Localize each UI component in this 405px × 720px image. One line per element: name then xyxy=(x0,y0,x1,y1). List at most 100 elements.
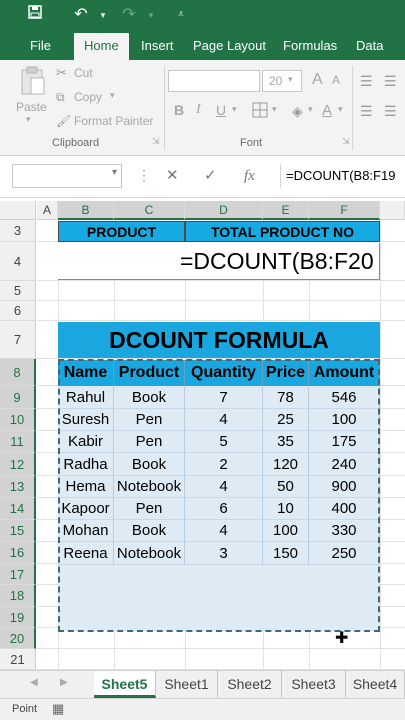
name-box-dropdown-icon[interactable]: ▾ xyxy=(112,167,117,178)
column-header-e[interactable]: E xyxy=(263,201,309,220)
table-cell-name[interactable]: Kabir xyxy=(58,431,114,453)
sheet-tab-sheet5[interactable]: Sheet5 xyxy=(94,671,156,698)
table-cell-price[interactable]: 78 xyxy=(263,386,309,409)
table-cell-product[interactable]: Notebook xyxy=(114,476,185,498)
total-product-header-cell[interactable]: TOTAL PRODUCT NO xyxy=(185,221,380,242)
table-cell-amount[interactable]: 330 xyxy=(309,520,380,542)
row-header-16[interactable]: 16 xyxy=(0,542,36,564)
font-size-input[interactable]: 20 xyxy=(262,70,302,92)
row-header-6[interactable]: 6 xyxy=(0,301,36,321)
formula-edit-cell[interactable]: =DCOUNT(B8:F20 xyxy=(58,243,380,280)
table-cell-amount[interactable]: 546 xyxy=(309,386,380,409)
table-cell-quantity[interactable]: 4 xyxy=(185,409,263,431)
grow-font-button[interactable]: A xyxy=(312,71,323,89)
shrink-font-button[interactable]: A xyxy=(332,73,340,87)
table-header-product[interactable]: Product xyxy=(114,360,185,386)
row-header-8[interactable]: 8 xyxy=(0,359,36,386)
table-cell-amount[interactable]: 250 xyxy=(309,542,380,565)
table-header-amount[interactable]: Amount xyxy=(309,360,380,386)
font-color-button[interactable]: A xyxy=(322,102,332,119)
tab-formulas[interactable]: Formulas xyxy=(273,33,347,60)
table-cell-quantity[interactable]: 6 xyxy=(185,498,263,520)
sheet-tab-sheet3[interactable]: Sheet3 xyxy=(282,671,346,698)
select-all-corner[interactable] xyxy=(0,201,36,220)
cut-icon[interactable]: ✂ xyxy=(56,64,67,82)
table-cell-amount[interactable]: 175 xyxy=(309,431,380,453)
fill-color-icon[interactable]: ◈ xyxy=(292,102,303,120)
product-header-cell[interactable]: PRODUCT xyxy=(58,221,185,242)
align-top-icon[interactable]: ☰ xyxy=(360,72,373,90)
redo-icon[interactable]: ↷ xyxy=(118,4,140,26)
row-header-19[interactable]: 19 xyxy=(0,607,36,628)
font-launcher-icon[interactable]: ⇲ xyxy=(342,136,350,147)
table-header-name[interactable]: Name xyxy=(58,360,114,386)
tab-file[interactable]: File xyxy=(20,33,61,60)
align-center-icon[interactable]: ☰ xyxy=(384,102,397,120)
column-header-f[interactable]: F xyxy=(309,201,380,220)
enter-icon[interactable]: ✓ xyxy=(204,164,217,188)
table-cell-quantity[interactable]: 7 xyxy=(185,386,263,409)
table-cell-price[interactable]: 35 xyxy=(263,431,309,453)
sheet-tab-sheet1[interactable]: Sheet1 xyxy=(156,671,218,698)
table-cell-price[interactable]: 25 xyxy=(263,409,309,431)
column-header-c[interactable]: C xyxy=(114,201,185,220)
prev-sheet-icon[interactable]: ◀ xyxy=(30,677,38,688)
table-cell-product[interactable]: Pen xyxy=(114,409,185,431)
insert-function-button[interactable]: fx xyxy=(244,164,255,188)
table-cell-name[interactable]: Radha xyxy=(58,453,114,476)
italic-button[interactable]: I xyxy=(196,102,201,118)
table-cell-amount[interactable]: 240 xyxy=(309,453,380,476)
formula-input[interactable]: =DCOUNT(B8:F19 xyxy=(280,164,405,188)
table-cell-name[interactable]: Kapoor xyxy=(58,498,114,520)
redo-dropdown-icon[interactable]: ▾ xyxy=(140,4,162,26)
macro-record-icon[interactable]: ▦ xyxy=(52,701,64,717)
table-cell-price[interactable]: 10 xyxy=(263,498,309,520)
table-cell-price[interactable]: 50 xyxy=(263,476,309,498)
table-title[interactable]: DCOUNT FORMULA xyxy=(58,322,380,358)
paste-dropdown-icon[interactable]: ▾ xyxy=(26,114,31,125)
paste-button[interactable]: Paste xyxy=(16,100,47,114)
tab-home[interactable]: Home xyxy=(74,33,129,60)
format-painter-icon[interactable]: 🖌 xyxy=(56,112,71,130)
row-header-4[interactable]: 4 xyxy=(0,242,36,281)
table-cell-price[interactable]: 150 xyxy=(263,542,309,565)
table-cell-amount[interactable]: 100 xyxy=(309,409,380,431)
row-header-11[interactable]: 11 xyxy=(0,431,36,453)
row-header-15[interactable]: 15 xyxy=(0,520,36,542)
paste-icon[interactable] xyxy=(20,66,46,100)
cut-button[interactable]: Cut xyxy=(74,66,93,80)
tab-insert[interactable]: Insert xyxy=(131,33,184,60)
row-header-3[interactable]: 3 xyxy=(0,220,36,242)
table-cell-product[interactable]: Book xyxy=(114,520,185,542)
align-left-icon[interactable]: ☰ xyxy=(360,102,373,120)
copy-button[interactable]: Copy xyxy=(74,90,102,104)
table-header-price[interactable]: Price xyxy=(263,360,309,386)
table-cell-quantity[interactable]: 3 xyxy=(185,542,263,565)
row-header-5[interactable]: 5 xyxy=(0,281,36,301)
row-header-13[interactable]: 13 xyxy=(0,476,36,498)
row-header-9[interactable]: 9 xyxy=(0,386,36,409)
row-header-14[interactable]: 14 xyxy=(0,498,36,520)
table-cell-quantity[interactable]: 4 xyxy=(185,520,263,542)
clipboard-launcher-icon[interactable]: ⇲ xyxy=(152,136,160,147)
table-cell-product[interactable]: Notebook xyxy=(114,542,185,565)
table-cell-price[interactable]: 120 xyxy=(263,453,309,476)
table-cell-amount[interactable]: 400 xyxy=(309,498,380,520)
table-cell-name[interactable]: Mohan xyxy=(58,520,114,542)
row-header-10[interactable]: 10 xyxy=(0,409,36,431)
font-size-dropdown-icon[interactable]: ▾ xyxy=(288,74,293,85)
row-header-17[interactable]: 17 xyxy=(0,564,36,585)
table-cell-name[interactable]: Rahul xyxy=(58,386,114,409)
table-header-quantity[interactable]: Quantity xyxy=(185,360,263,386)
table-cell-product[interactable]: Book xyxy=(114,386,185,409)
tab-page-layout[interactable]: Page Layout xyxy=(183,33,276,60)
table-cell-quantity[interactable]: 4 xyxy=(185,476,263,498)
borders-icon[interactable] xyxy=(252,102,268,122)
row-header-18[interactable]: 18 xyxy=(0,585,36,607)
underline-button[interactable]: U xyxy=(216,102,226,118)
table-cell-price[interactable]: 100 xyxy=(263,520,309,542)
column-header-g[interactable] xyxy=(380,201,405,220)
next-sheet-icon[interactable]: ▶ xyxy=(60,677,68,688)
borders-dropdown-icon[interactable]: ▾ xyxy=(272,104,277,115)
name-box[interactable]: ▾ xyxy=(12,164,122,188)
